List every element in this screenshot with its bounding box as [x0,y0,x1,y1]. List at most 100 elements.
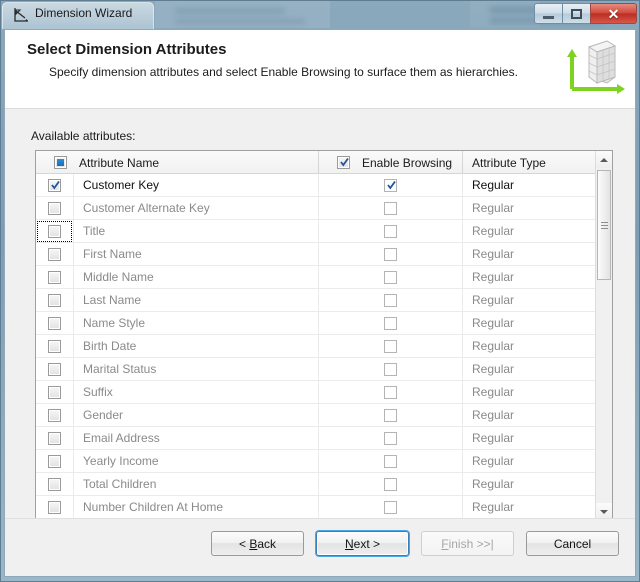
checkmark-icon [387,180,396,190]
cell-enable-browsing[interactable] [319,380,463,404]
row-enable-browsing-checkbox[interactable] [384,431,397,445]
enable-browsing-all-checkbox[interactable] [325,151,362,174]
cell-attribute-name[interactable]: Number Children At Home [36,495,319,519]
row-enable-browsing-checkbox[interactable] [384,316,397,330]
grid-header-row: Attribute Name Enable Browsing Attribute… [36,151,612,174]
cell-attribute-name[interactable]: Name Style [36,311,319,335]
table-row[interactable]: Yearly Income Regular [36,449,597,473]
table-row[interactable]: Email Address Regular [36,426,597,450]
row-enable-browsing-checkbox[interactable] [384,477,397,491]
scrollbar-thumb[interactable] [597,170,611,280]
cell-attribute-name[interactable]: Gender [36,403,319,427]
row-select-checkbox[interactable] [36,220,73,243]
minimize-button[interactable] [534,3,563,24]
restore-button[interactable] [562,3,591,24]
cell-attribute-type: Regular [463,334,596,358]
cell-attribute-name[interactable]: Yearly Income [36,449,319,473]
cell-attribute-name[interactable]: Last Name [36,288,319,312]
column-header-attribute-type[interactable]: Attribute Type [463,151,596,174]
table-row[interactable]: Title Regular [36,219,597,243]
row-select-checkbox[interactable] [36,289,73,312]
column-header-enable-browsing[interactable]: Enable Browsing [319,151,463,174]
next-button[interactable]: Next > [316,531,409,556]
table-row[interactable]: Name Style Regular [36,311,597,335]
table-row[interactable]: Last Name Regular [36,288,597,312]
row-enable-browsing-checkbox[interactable] [384,454,397,468]
cell-enable-browsing[interactable] [319,219,463,243]
back-button[interactable]: < Back [211,531,304,556]
cell-enable-browsing[interactable] [319,196,463,220]
cell-attribute-name[interactable]: Total Children [36,472,319,496]
cell-enable-browsing[interactable] [319,242,463,266]
cell-enable-browsing[interactable] [319,403,463,427]
page-title: Select Dimension Attributes [27,41,227,58]
cell-attribute-name[interactable]: First Name [36,242,319,266]
row-enable-browsing-checkbox[interactable] [384,293,397,307]
attributes-grid[interactable]: Attribute Name Enable Browsing Attribute… [35,150,613,521]
cell-enable-browsing[interactable] [319,426,463,450]
cell-attribute-type: Regular [463,196,596,220]
row-select-checkbox[interactable] [36,427,73,450]
row-enable-browsing-checkbox[interactable] [384,270,397,284]
scroll-up-button[interactable] [596,151,612,168]
row-select-checkbox[interactable] [36,335,73,358]
row-enable-browsing-checkbox[interactable] [384,178,397,192]
cell-enable-browsing[interactable] [319,173,463,197]
table-row[interactable]: Customer Alternate Key Regular [36,196,597,220]
cell-attribute-type: Regular [463,403,596,427]
row-select-checkbox[interactable] [36,358,73,381]
row-select-checkbox[interactable] [36,450,73,473]
cell-attribute-name[interactable]: Title [36,219,319,243]
table-row[interactable]: Number Children At Home Regular [36,495,597,519]
cell-enable-browsing[interactable] [319,311,463,335]
column-header-attribute-name[interactable]: Attribute Name [36,151,319,174]
table-row[interactable]: Suffix Regular [36,380,597,404]
row-enable-browsing-checkbox[interactable] [384,500,397,514]
cell-enable-browsing[interactable] [319,265,463,289]
cell-attribute-name[interactable]: Customer Key [36,173,319,197]
cell-attribute-name[interactable]: Customer Alternate Key [36,196,319,220]
table-row[interactable]: Middle Name Regular [36,265,597,289]
row-enable-browsing-checkbox[interactable] [384,247,397,261]
row-select-checkbox[interactable] [36,312,73,335]
table-row[interactable]: Birth Date Regular [36,334,597,358]
wizard-header: Select Dimension Attributes Specify dime… [5,30,635,109]
row-select-checkbox[interactable] [36,496,73,519]
table-row[interactable]: Customer Key Regular [36,173,597,197]
select-all-checkbox[interactable] [42,151,79,174]
cell-enable-browsing[interactable] [319,357,463,381]
row-select-checkbox[interactable] [36,174,73,197]
cell-attribute-name[interactable]: Marital Status [36,357,319,381]
cell-attribute-name[interactable]: Suffix [36,380,319,404]
table-row[interactable]: Marital Status Regular [36,357,597,381]
row-enable-browsing-checkbox[interactable] [384,224,397,238]
row-select-checkbox[interactable] [36,197,73,220]
row-enable-browsing-checkbox[interactable] [384,408,397,422]
cell-enable-browsing[interactable] [319,472,463,496]
table-row[interactable]: Total Children Regular [36,472,597,496]
cell-attribute-name[interactable]: Middle Name [36,265,319,289]
available-attributes-label: Available attributes: [31,129,136,143]
row-select-checkbox[interactable] [36,473,73,496]
cell-enable-browsing[interactable] [319,449,463,473]
row-select-checkbox[interactable] [36,266,73,289]
cell-attribute-name[interactable]: Birth Date [36,334,319,358]
cell-attribute-type: Regular [463,380,596,404]
table-row[interactable]: Gender Regular [36,403,597,427]
grid-vertical-scrollbar[interactable] [595,151,612,520]
row-enable-browsing-checkbox[interactable] [384,339,397,353]
cell-attribute-name[interactable]: Email Address [36,426,319,450]
table-row[interactable]: First Name Regular [36,242,597,266]
title-bar[interactable]: Dimension Wizard ✕ [1,1,640,29]
row-enable-browsing-checkbox[interactable] [384,201,397,215]
close-button[interactable]: ✕ [590,3,637,24]
row-enable-browsing-checkbox[interactable] [384,385,397,399]
row-select-checkbox[interactable] [36,243,73,266]
row-enable-browsing-checkbox[interactable] [384,362,397,376]
row-select-checkbox[interactable] [36,404,73,427]
cancel-button[interactable]: Cancel [526,531,619,556]
cell-enable-browsing[interactable] [319,288,463,312]
row-select-checkbox[interactable] [36,381,73,404]
cell-enable-browsing[interactable] [319,334,463,358]
cell-enable-browsing[interactable] [319,495,463,519]
